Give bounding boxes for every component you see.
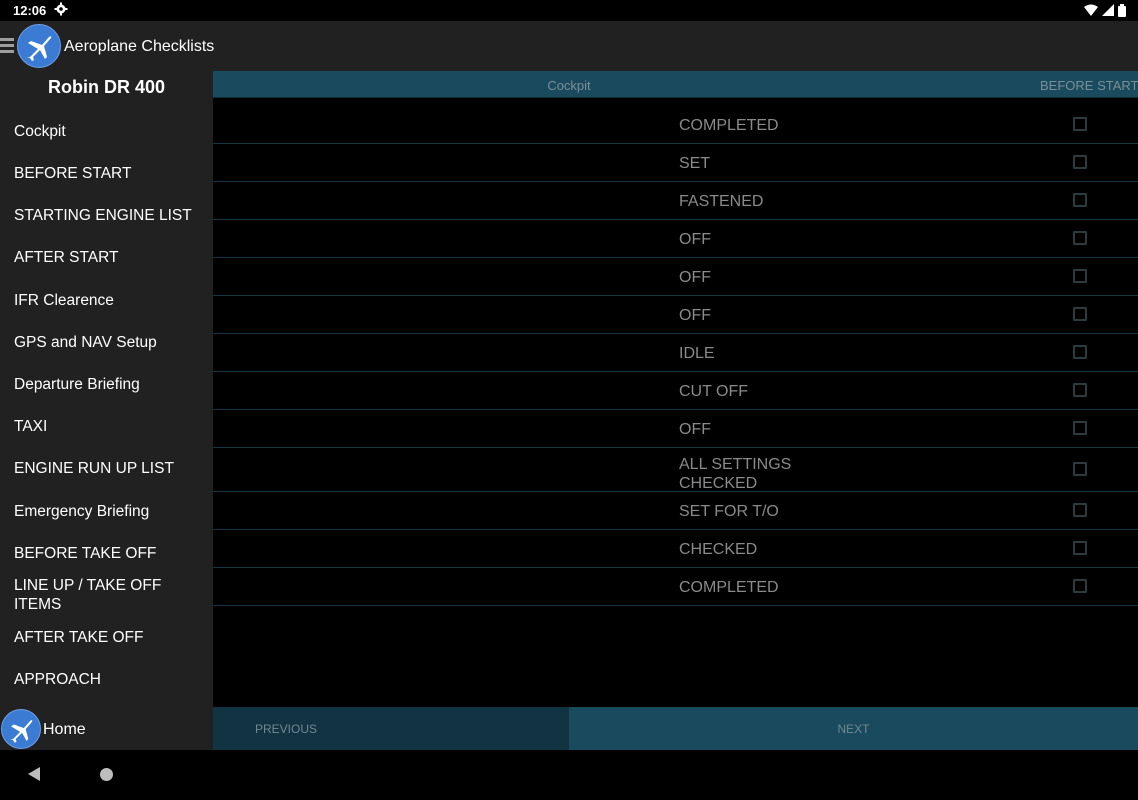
checklist-item-value: SET FOR T/O (679, 503, 779, 520)
checklist-row[interactable]: SET FOR T/O (213, 492, 1138, 530)
checklist-item-value: OFF (679, 421, 711, 438)
sidebar-item-approach[interactable]: APPROACH (14, 670, 204, 689)
tab-current-section[interactable]: Cockpit (213, 78, 925, 93)
checklist-checkbox[interactable] (1073, 269, 1087, 283)
checklist-item-value: COMPLETED (679, 579, 779, 596)
sidebar-item-gps-nav-setup[interactable]: GPS and NAV Setup (14, 333, 204, 352)
checklist-row[interactable]: SET (213, 144, 1138, 182)
checklist-panel: Cockpit BEFORE START COMPLETED SET FASTENE… (213, 71, 1138, 750)
checklist-item-value: OFF (679, 269, 711, 286)
checklist-checkbox[interactable] (1073, 117, 1087, 131)
sidebar-item-before-take-off[interactable]: BEFORE TAKE OFF (14, 544, 204, 563)
checklist-checkbox[interactable] (1073, 541, 1087, 555)
checklist-row[interactable]: ALL SETTINGS CHECKED (213, 448, 1138, 492)
checklist-item-value: FASTENED (679, 193, 764, 210)
next-label: NEXT (837, 722, 870, 736)
settings-gear-icon (54, 2, 68, 16)
sidebar-item-departure-briefing[interactable]: Departure Briefing (14, 375, 204, 394)
checklist-checkbox[interactable] (1073, 421, 1087, 435)
checklist-item-value: IDLE (679, 345, 715, 362)
checklist-row[interactable]: COMPLETED (213, 106, 1138, 144)
status-icons (1084, 3, 1126, 17)
sidebar-item-engine-run-up-list[interactable]: ENGINE RUN UP LIST (14, 459, 204, 478)
checklist-checkbox[interactable] (1073, 579, 1087, 593)
back-icon[interactable] (28, 767, 40, 781)
home-circle-icon[interactable] (100, 768, 113, 781)
checklist-item-value: OFF (679, 307, 711, 324)
checklist-rows: COMPLETED SET FASTENED OFF OFF OFF IDLE CUT OFF… (213, 106, 1138, 606)
checklist-row[interactable]: OFF (213, 410, 1138, 448)
checklist-row[interactable]: COMPLETED (213, 568, 1138, 606)
checklist-checkbox[interactable] (1073, 503, 1087, 517)
tab-next-section[interactable]: BEFORE START (1040, 78, 1138, 93)
previous-label: PREVIOUS (255, 722, 318, 736)
sidebar: Robin DR 400 Cockpit BEFORE START STARTI… (0, 71, 213, 750)
checklist-row[interactable]: OFF (213, 296, 1138, 334)
checklist-checkbox[interactable] (1073, 462, 1087, 476)
sidebar-item-before-start[interactable]: BEFORE START (14, 164, 204, 183)
section-tab-bar: Cockpit BEFORE START (213, 71, 1138, 98)
sidebar-item-cockpit[interactable]: Cockpit (14, 122, 204, 141)
app-bar: Aeroplane Checklists (0, 21, 1138, 71)
checklist-item-value: SET (679, 155, 711, 172)
sidebar-item-ifr-clearence[interactable]: IFR Clearence (14, 291, 204, 310)
signal-icon (1102, 4, 1114, 16)
checklist-item-value: CUT OFF (679, 383, 749, 400)
app-title: Aeroplane Checklists (64, 38, 215, 55)
home-button[interactable]: Home (0, 707, 213, 750)
hamburger-menu-icon[interactable] (0, 38, 14, 54)
checklist-row[interactable]: IDLE (213, 334, 1138, 372)
checklist-row[interactable]: CHECKED (213, 530, 1138, 568)
sidebar-item-taxi[interactable]: TAXI (14, 417, 204, 436)
sidebar-item-line-up-take-off-items[interactable]: LINE UP / TAKE OFF ITEMS (14, 576, 174, 614)
checklist-checkbox[interactable] (1073, 307, 1087, 321)
battery-icon (1118, 3, 1126, 17)
previous-button[interactable]: PREVIOUS (213, 707, 569, 750)
checklist-item-value: ALL SETTINGS CHECKED (679, 456, 792, 492)
checklist-checkbox[interactable] (1073, 155, 1087, 169)
checklist-row[interactable]: OFF (213, 258, 1138, 296)
airplane-home-icon (1, 709, 41, 749)
home-label: Home (43, 721, 86, 738)
checklist-checkbox[interactable] (1073, 231, 1087, 245)
checklist-checkbox[interactable] (1073, 193, 1087, 207)
checklist-item-value: OFF (679, 231, 711, 248)
status-time: 12:06 (13, 3, 47, 18)
sidebar-item-after-take-off[interactable]: AFTER TAKE OFF (14, 628, 204, 647)
airplane-logo-icon (17, 24, 61, 68)
aircraft-title: Robin DR 400 (47, 77, 166, 97)
sidebar-item-after-start[interactable]: AFTER START (14, 248, 204, 267)
sidebar-item-starting-engine-list[interactable]: STARTING ENGINE LIST (14, 206, 204, 225)
checklist-checkbox[interactable] (1073, 345, 1087, 359)
system-nav-bar (0, 750, 1138, 800)
checklist-row[interactable]: CUT OFF (213, 372, 1138, 410)
checklist-row[interactable]: FASTENED (213, 182, 1138, 220)
checklist-checkbox[interactable] (1073, 383, 1087, 397)
checklist-row[interactable]: OFF (213, 220, 1138, 258)
sidebar-item-emergency-briefing[interactable]: Emergency Briefing (14, 502, 204, 521)
wifi-icon (1084, 4, 1098, 16)
checklist-item-value: CHECKED (679, 541, 758, 558)
status-bar: 12:06 (0, 0, 1138, 21)
next-button[interactable]: NEXT (569, 707, 1138, 750)
checklist-item-value: COMPLETED (679, 117, 779, 134)
